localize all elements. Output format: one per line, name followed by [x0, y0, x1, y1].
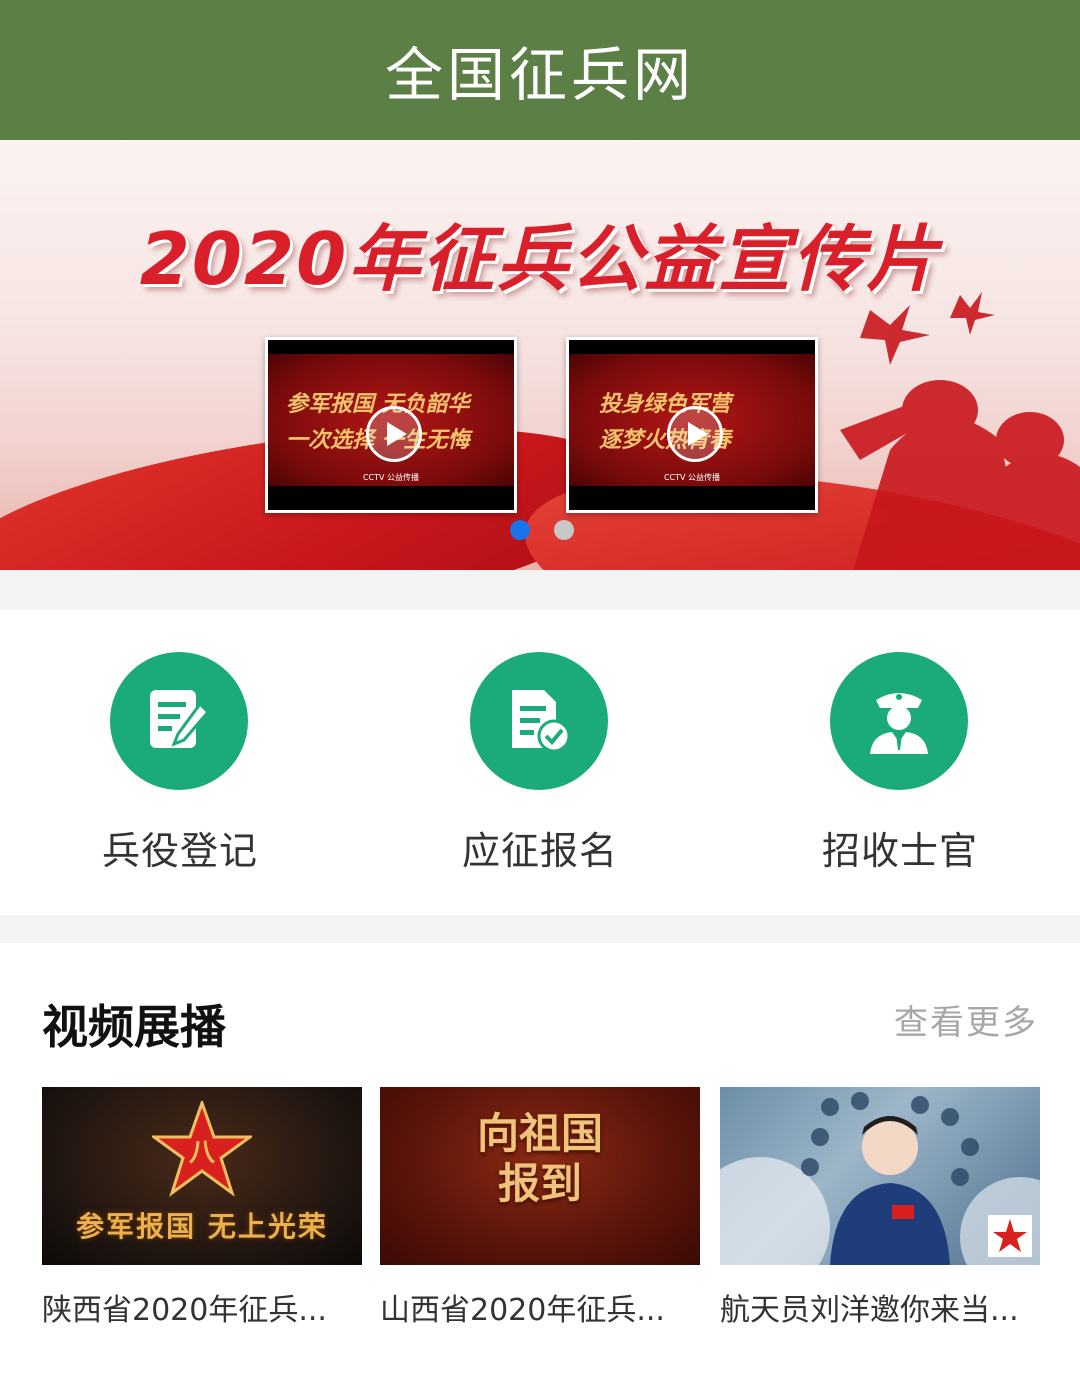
- banner-video-2[interactable]: 投身绿色军营 逐梦火热青春 CCTV 公益传播: [566, 337, 818, 513]
- video-frame: 投身绿色军营 逐梦火热青春 CCTV 公益传播: [569, 354, 815, 486]
- section-divider: [0, 570, 1080, 610]
- video-title: 航天员刘洋邀你来当...: [720, 1293, 1019, 1328]
- quick-link-apply[interactable]: 应征报名: [390, 652, 690, 882]
- video-card[interactable]: 向祖国报到 山西省2020年征兵...: [380, 1087, 700, 1329]
- quick-link-label: 招收士官: [821, 829, 978, 873]
- play-icon[interactable]: [366, 406, 422, 462]
- video-frame: 参军报国 无负韶华 一次选择 一生无悔 CCTV 公益传播: [268, 354, 514, 486]
- video-card[interactable]: 航天员刘洋邀你来当...: [720, 1087, 1040, 1329]
- video-title: 山西省2020年征兵...: [380, 1293, 665, 1328]
- banner-video-1[interactable]: 参军报国 无负韶华 一次选择 一生无悔 CCTV 公益传播: [265, 337, 517, 513]
- video-footer-text: CCTV 公益传播: [663, 473, 721, 482]
- video-thumbnail[interactable]: 向祖国报到: [380, 1087, 700, 1265]
- video-card[interactable]: 八 参军报国 无上光荣 陕西省2020年征兵...: [42, 1087, 362, 1329]
- video-thumbnail[interactable]: [720, 1087, 1040, 1265]
- red-star-icon: 八: [152, 1101, 252, 1197]
- video-section: 视频展播 查看更多 八 参军报国 无上光荣 陕西省2020年征兵... 向祖国报…: [0, 943, 1080, 1377]
- video-thumbnail[interactable]: 八 参军报国 无上光荣: [42, 1087, 362, 1265]
- thumbnail-caption: 向祖国报到: [476, 1109, 603, 1208]
- banner-carousel[interactable]: 2020年征兵公益宣传片 参军报国 无负韶华 一次选择 一生无悔 CCTV 公益…: [0, 140, 1080, 570]
- quick-link-label: 兵役登记: [101, 829, 258, 873]
- carousel-dot-active[interactable]: [510, 520, 530, 540]
- video-title: 陕西省2020年征兵...: [42, 1293, 327, 1328]
- officer-icon: [830, 652, 968, 790]
- app-header: 全国征兵网: [0, 0, 1080, 140]
- svg-text:八: 八: [189, 1138, 216, 1168]
- section-divider: [0, 915, 1080, 943]
- quick-link-registration[interactable]: 兵役登记: [30, 652, 330, 882]
- carousel-dot[interactable]: [554, 520, 574, 540]
- document-check-icon: [470, 652, 608, 790]
- page-title: 全国征兵网: [384, 41, 695, 109]
- edit-form-icon: [110, 652, 248, 790]
- quick-links: 兵役登记 应征报名 招收士官: [0, 610, 1080, 915]
- section-title: 视频展播: [42, 1000, 226, 1054]
- astronaut-image: [720, 1092, 1040, 1265]
- banner-title: 2020年征兵公益宣传片: [139, 217, 941, 301]
- play-icon[interactable]: [667, 406, 723, 462]
- video-footer-text: CCTV 公益传播: [362, 473, 420, 482]
- quick-link-nco-recruit[interactable]: 招收士官: [750, 652, 1050, 882]
- carousel-indicator: [0, 520, 1080, 540]
- thumbnail-caption: 参军报国 无上光荣: [76, 1210, 328, 1243]
- view-more-link[interactable]: 查看更多: [894, 995, 1038, 1044]
- quick-link-label: 应征报名: [461, 829, 618, 873]
